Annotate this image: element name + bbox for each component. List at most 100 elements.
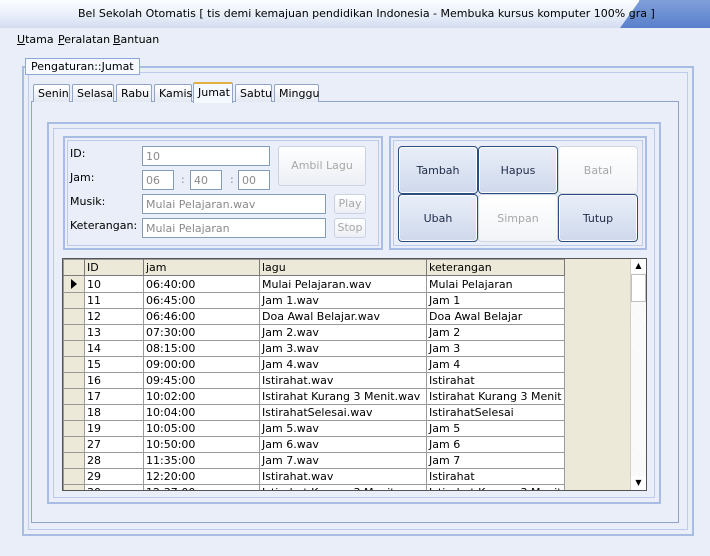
column-header-id[interactable]: ID xyxy=(84,259,144,276)
cell-jam[interactable]: 12:20:00 xyxy=(143,468,260,485)
second-field[interactable] xyxy=(238,170,270,190)
cell-id[interactable]: 16 xyxy=(84,372,144,389)
table-row[interactable]: 29 12:20:00 Istirahat.wav Istirahat xyxy=(63,468,565,485)
row-header[interactable] xyxy=(63,356,85,373)
cell-id[interactable]: 27 xyxy=(84,436,144,453)
row-header[interactable] xyxy=(63,436,85,453)
cell-id[interactable]: 10 xyxy=(84,275,144,293)
hapus-button[interactable]: Hapus xyxy=(478,146,558,194)
column-header-keterangan[interactable]: keterangan xyxy=(426,259,565,276)
row-header[interactable] xyxy=(63,372,85,389)
cell-jam[interactable]: 07:30:00 xyxy=(143,324,260,341)
tab-jumat[interactable]: Jumat xyxy=(193,82,233,103)
scroll-down-arrow-icon[interactable]: ▼ xyxy=(631,476,646,490)
cell-jam[interactable]: 12:37:00 xyxy=(143,484,260,490)
menu-bantuan[interactable]: Bantuan xyxy=(113,33,159,46)
scroll-thumb[interactable] xyxy=(631,274,646,302)
cell-keterangan[interactable]: Istirahat Kurang 3 Menit xyxy=(426,484,565,490)
tab-rabu[interactable]: Rabu xyxy=(116,84,152,102)
menu-peralatan[interactable]: Peralatan xyxy=(58,33,110,46)
cell-jam[interactable]: 11:35:00 xyxy=(143,452,260,469)
cell-id[interactable]: 12 xyxy=(84,308,144,325)
hour-field[interactable] xyxy=(142,170,174,190)
cell-lagu[interactable]: Istirahat Kurang 3 Menit.wav xyxy=(259,484,427,490)
play-button[interactable]: Play xyxy=(334,194,366,214)
tutup-button[interactable]: Tutup xyxy=(558,194,638,242)
tambah-button[interactable]: Tambah xyxy=(398,146,478,194)
row-header[interactable] xyxy=(63,388,85,405)
table-row[interactable]: 17 10:02:00 Istirahat Kurang 3 Menit.wav Is… xyxy=(63,388,565,405)
cell-lagu[interactable]: Istirahat.wav xyxy=(259,468,427,485)
cell-id[interactable]: 17 xyxy=(84,388,144,405)
table-row[interactable]: 18 10:04:00 IstirahatSelesai.wav IstirahatS… xyxy=(63,404,565,421)
table-row[interactable]: 15 09:00:00 Jam 4.wav Jam 4 xyxy=(63,356,565,373)
table-row[interactable]: 14 08:15:00 Jam 3.wav Jam 3 xyxy=(63,340,565,357)
cell-jam[interactable]: 06:46:00 xyxy=(143,308,260,325)
cell-keterangan[interactable]: Jam 7 xyxy=(426,452,565,469)
table-row[interactable]: 28 11:35:00 Jam 7.wav Jam 7 xyxy=(63,452,565,469)
cell-keterangan[interactable]: Istirahat xyxy=(426,468,565,485)
cell-id[interactable]: 15 xyxy=(84,356,144,373)
table-row[interactable]: 12 06:46:00 Doa Awal Belajar.wav Doa Awal B… xyxy=(63,308,565,325)
simpan-button[interactable]: Simpan xyxy=(478,194,558,242)
cell-keterangan[interactable]: Jam 1 xyxy=(426,292,565,309)
cell-id[interactable]: 19 xyxy=(84,420,144,437)
table-row[interactable]: 3012:37:00Istirahat Kurang 3 Menit.wavIs… xyxy=(63,484,565,490)
table-row[interactable]: 13 07:30:00 Jam 2.wav Jam 2 xyxy=(63,324,565,341)
cell-lagu[interactable]: Jam 1.wav xyxy=(259,292,427,309)
grid-vertical-scrollbar[interactable]: ▲ ▼ xyxy=(630,259,646,490)
cell-id[interactable]: 18 xyxy=(84,404,144,421)
cell-keterangan[interactable]: Jam 2 xyxy=(426,324,565,341)
cell-keterangan[interactable]: Jam 5 xyxy=(426,420,565,437)
cell-lagu[interactable]: Mulai Pelajaran.wav xyxy=(259,275,427,293)
cell-jam[interactable]: 06:45:00 xyxy=(143,292,260,309)
row-header[interactable] xyxy=(63,324,85,341)
cell-lagu[interactable]: Jam 3.wav xyxy=(259,340,427,357)
cell-jam[interactable]: 10:05:00 xyxy=(143,420,260,437)
cell-lagu[interactable]: Istirahat.wav xyxy=(259,372,427,389)
cell-lagu[interactable]: Jam 2.wav xyxy=(259,324,427,341)
cell-keterangan[interactable]: Jam 4 xyxy=(426,356,565,373)
cell-keterangan[interactable]: Istirahat Kurang 3 Menit xyxy=(426,388,565,405)
row-header[interactable] xyxy=(63,484,85,490)
table-row[interactable]: 19 10:05:00 Jam 5.wav Jam 5 xyxy=(63,420,565,437)
cell-keterangan[interactable]: Doa Awal Belajar xyxy=(426,308,565,325)
cell-keterangan[interactable]: Jam 3 xyxy=(426,340,565,357)
cell-id[interactable]: 14 xyxy=(84,340,144,357)
row-header[interactable] xyxy=(63,404,85,421)
cell-jam[interactable]: 10:02:00 xyxy=(143,388,260,405)
row-header[interactable] xyxy=(63,468,85,485)
column-header-jam[interactable]: jam xyxy=(143,259,260,276)
cell-id[interactable]: 30 xyxy=(84,484,144,490)
cell-id[interactable]: 11 xyxy=(84,292,144,309)
cell-id[interactable]: 28 xyxy=(84,452,144,469)
table-row[interactable]: 27 10:50:00 Jam 6.wav Jam 6 xyxy=(63,436,565,453)
id-field[interactable] xyxy=(142,146,270,166)
minute-field[interactable] xyxy=(190,170,222,190)
cell-lagu[interactable]: Jam 5.wav xyxy=(259,420,427,437)
cell-keterangan[interactable]: Mulai Pelajaran xyxy=(426,275,565,293)
row-header[interactable] xyxy=(63,420,85,437)
cell-lagu[interactable]: Jam 6.wav xyxy=(259,436,427,453)
row-header[interactable] xyxy=(63,275,85,293)
tab-minggu[interactable]: Minggu xyxy=(274,84,319,102)
row-header[interactable] xyxy=(63,452,85,469)
cell-id[interactable]: 29 xyxy=(84,468,144,485)
cell-id[interactable]: 13 xyxy=(84,324,144,341)
musik-field[interactable] xyxy=(142,194,326,214)
row-header[interactable] xyxy=(63,340,85,357)
cell-lagu[interactable]: IstirahatSelesai.wav xyxy=(259,404,427,421)
tab-senin[interactable]: Senin xyxy=(33,84,70,102)
cell-lagu[interactable]: Jam 4.wav xyxy=(259,356,427,373)
keterangan-field[interactable] xyxy=(142,218,326,238)
menu-utama[interactable]: Utama xyxy=(17,33,54,46)
tab-sabtu[interactable]: Sabtu xyxy=(235,84,272,102)
cell-jam[interactable]: 09:00:00 xyxy=(143,356,260,373)
column-header-lagu[interactable]: lagu xyxy=(259,259,427,276)
cell-keterangan[interactable]: Jam 6 xyxy=(426,436,565,453)
scroll-up-arrow-icon[interactable]: ▲ xyxy=(631,259,646,273)
cell-jam[interactable]: 08:15:00 xyxy=(143,340,260,357)
cell-jam[interactable]: 10:04:00 xyxy=(143,404,260,421)
tab-selasa[interactable]: Selasa xyxy=(72,84,114,102)
title-bar[interactable]: Bel Sekolah Otomatis [ tis demi kemajuan… xyxy=(0,0,710,28)
